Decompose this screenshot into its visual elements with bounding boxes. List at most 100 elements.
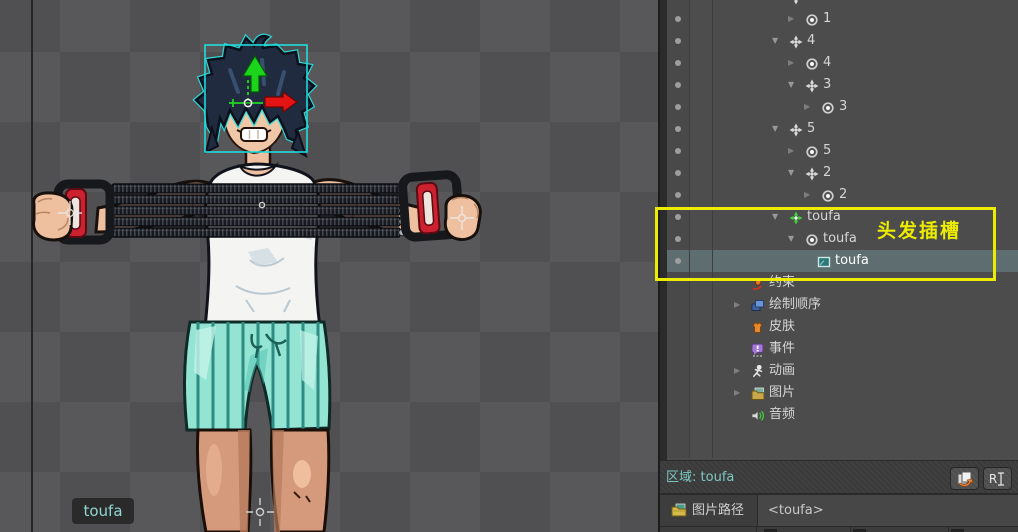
tree-rows: ▼1▶1▼4▶4▼3▶3▼5▶5▼2▶2▼toufa▼toufatoufa约束▶… [660, 0, 1018, 460]
draw-order-icon [751, 298, 765, 312]
region-bar: 区域: toufa R [660, 460, 1018, 493]
tree-row-label: 4 [807, 30, 815, 52]
tree-row-label: 3 [823, 74, 831, 96]
tree-row-label: 5 [807, 118, 815, 140]
visibility-dot[interactable] [675, 126, 681, 132]
tree-row-bone-5[interactable]: ▼5 [660, 118, 1018, 140]
tree-row-slot-2[interactable]: ▶2 [660, 184, 1018, 206]
bone-green-icon [789, 210, 803, 224]
panel-edge-strip [660, 0, 667, 460]
collapse-arrow-icon[interactable]: ▼ [788, 162, 794, 184]
expand-arrow-icon[interactable]: ▶ [734, 382, 740, 404]
expand-arrow-icon[interactable]: ▶ [804, 96, 810, 118]
expand-arrow-icon[interactable]: ▶ [804, 184, 810, 206]
collapse-arrow-icon[interactable]: ▼ [788, 74, 794, 96]
property-row-partial [660, 526, 1018, 532]
slot-icon [805, 144, 819, 158]
tree-row-bone-4[interactable]: ▼4 [660, 30, 1018, 52]
visibility-dot[interactable] [675, 192, 681, 198]
slot-icon [805, 12, 819, 26]
tree-row-skin-皮肤[interactable]: 皮肤 [660, 316, 1018, 338]
slot-icon [821, 188, 835, 202]
tree-row-images-图片[interactable]: ▶图片 [660, 382, 1018, 404]
tree-row-label: 约束 [769, 272, 795, 294]
image-path-value[interactable]: <toufa> [759, 495, 1018, 526]
expand-arrow-icon[interactable]: ▶ [734, 360, 740, 382]
images-icon [751, 386, 765, 400]
tree-row-bone-3[interactable]: ▼3 [660, 74, 1018, 96]
character-shorts [185, 318, 330, 434]
bone-icon [789, 0, 803, 4]
expand-arrow-icon[interactable]: ▶ [788, 8, 794, 30]
slot-icon [805, 56, 819, 70]
visibility-dot[interactable] [675, 170, 681, 176]
visibility-dot[interactable] [675, 104, 681, 110]
expand-arrow-icon[interactable]: ▶ [788, 52, 794, 74]
pivot-handle [244, 99, 251, 106]
collapse-arrow-icon[interactable]: ▼ [772, 206, 778, 228]
collapse-arrow-icon[interactable]: ▼ [772, 30, 778, 52]
visibility-dot[interactable] [675, 148, 681, 154]
expand-arrow-icon[interactable]: ▶ [788, 140, 794, 162]
visibility-dot[interactable] [675, 214, 681, 220]
tree-row-label: 4 [823, 52, 831, 74]
region-label-text: 区域: [666, 470, 696, 485]
tree-row-event-事件[interactable]: 事件 [660, 338, 1018, 360]
tree-row-label: 3 [839, 96, 847, 118]
tree-row-label: 1 [823, 8, 831, 30]
expander-springs [107, 184, 405, 237]
collapse-arrow-icon[interactable]: ▼ [772, 0, 778, 8]
tree-row-slot-toufa[interactable]: ▼ toufa [660, 228, 1018, 250]
tree-row-bone-1[interactable]: ▼1 [660, 0, 1018, 8]
tree-row-slot-5[interactable]: ▶5 [660, 140, 1018, 162]
folder-image-icon [671, 503, 687, 517]
hierarchy-panel: ▼1▶1▼4▶4▼3▶3▼5▶5▼2▶2▼toufa▼toufatoufa约束▶… [658, 0, 1018, 532]
visibility-dot[interactable] [675, 82, 681, 88]
tree-row-bone-green-toufa[interactable]: ▼ toufa [660, 206, 1018, 228]
replace-image-icon [956, 471, 974, 487]
selection-name-tooltip: toufa [72, 498, 134, 524]
skin-icon [751, 320, 765, 334]
tree-row-label: 事件 [769, 338, 795, 360]
viewport-canvas[interactable]: toufa [0, 0, 658, 532]
properties-section: 图片路径 <toufa> [660, 493, 1018, 526]
visibility-dot[interactable] [675, 60, 681, 66]
rename-button-glyph: R [989, 472, 997, 486]
collapse-arrow-icon[interactable]: ▼ [788, 228, 794, 250]
spine-editor-window: toufa ▼1▶1▼4▶4▼3▶3▼5▶5▼2▶2▼toufa▼toufato… [0, 0, 1018, 532]
tree-row-image-toufa[interactable]: toufa [660, 250, 1018, 272]
replace-image-button[interactable] [950, 467, 979, 490]
annotation-text: 头发插槽 [877, 216, 961, 243]
character-artwork [0, 0, 658, 532]
tree-row-animation-动画[interactable]: ▶动画 [660, 360, 1018, 382]
region-value-text: toufa [701, 470, 735, 485]
collapse-arrow-icon[interactable]: ▼ [772, 118, 778, 140]
tree-row-audio-音频[interactable]: 音频 [660, 404, 1018, 426]
visibility-dot[interactable] [675, 236, 681, 242]
visibility-dot[interactable] [675, 16, 681, 22]
tree-row-label: 1 [807, 0, 815, 8]
bone-icon [789, 122, 803, 136]
tree-row-label: 5 [823, 140, 831, 162]
animation-icon [751, 364, 765, 378]
tree-row-constraint-约束[interactable]: 约束 [660, 272, 1018, 294]
column-divider [689, 0, 690, 458]
column-divider [712, 0, 713, 458]
expand-arrow-icon[interactable]: ▶ [734, 294, 740, 316]
tree-row-slot-3[interactable]: ▶3 [660, 96, 1018, 118]
region-label: 区域: toufa [666, 461, 734, 494]
tree-row-slot-4[interactable]: ▶4 [660, 52, 1018, 74]
tree-row-slot-1[interactable]: ▶1 [660, 8, 1018, 30]
slot-icon [805, 232, 819, 246]
rename-button[interactable]: R [983, 467, 1012, 490]
tree-row-draw-order-绘制顺序[interactable]: ▶绘制顺序 [660, 294, 1018, 316]
tree-row-label: toufa [823, 228, 857, 250]
visibility-dot[interactable] [675, 38, 681, 44]
image-path-label: 图片路径 [660, 495, 758, 526]
slot-icon [821, 100, 835, 114]
tree-row-label: toufa [807, 206, 841, 228]
bone-icon [805, 166, 819, 180]
tree-row-bone-2[interactable]: ▼2 [660, 162, 1018, 184]
constraint-icon [751, 276, 765, 290]
visibility-dot[interactable] [675, 258, 681, 264]
